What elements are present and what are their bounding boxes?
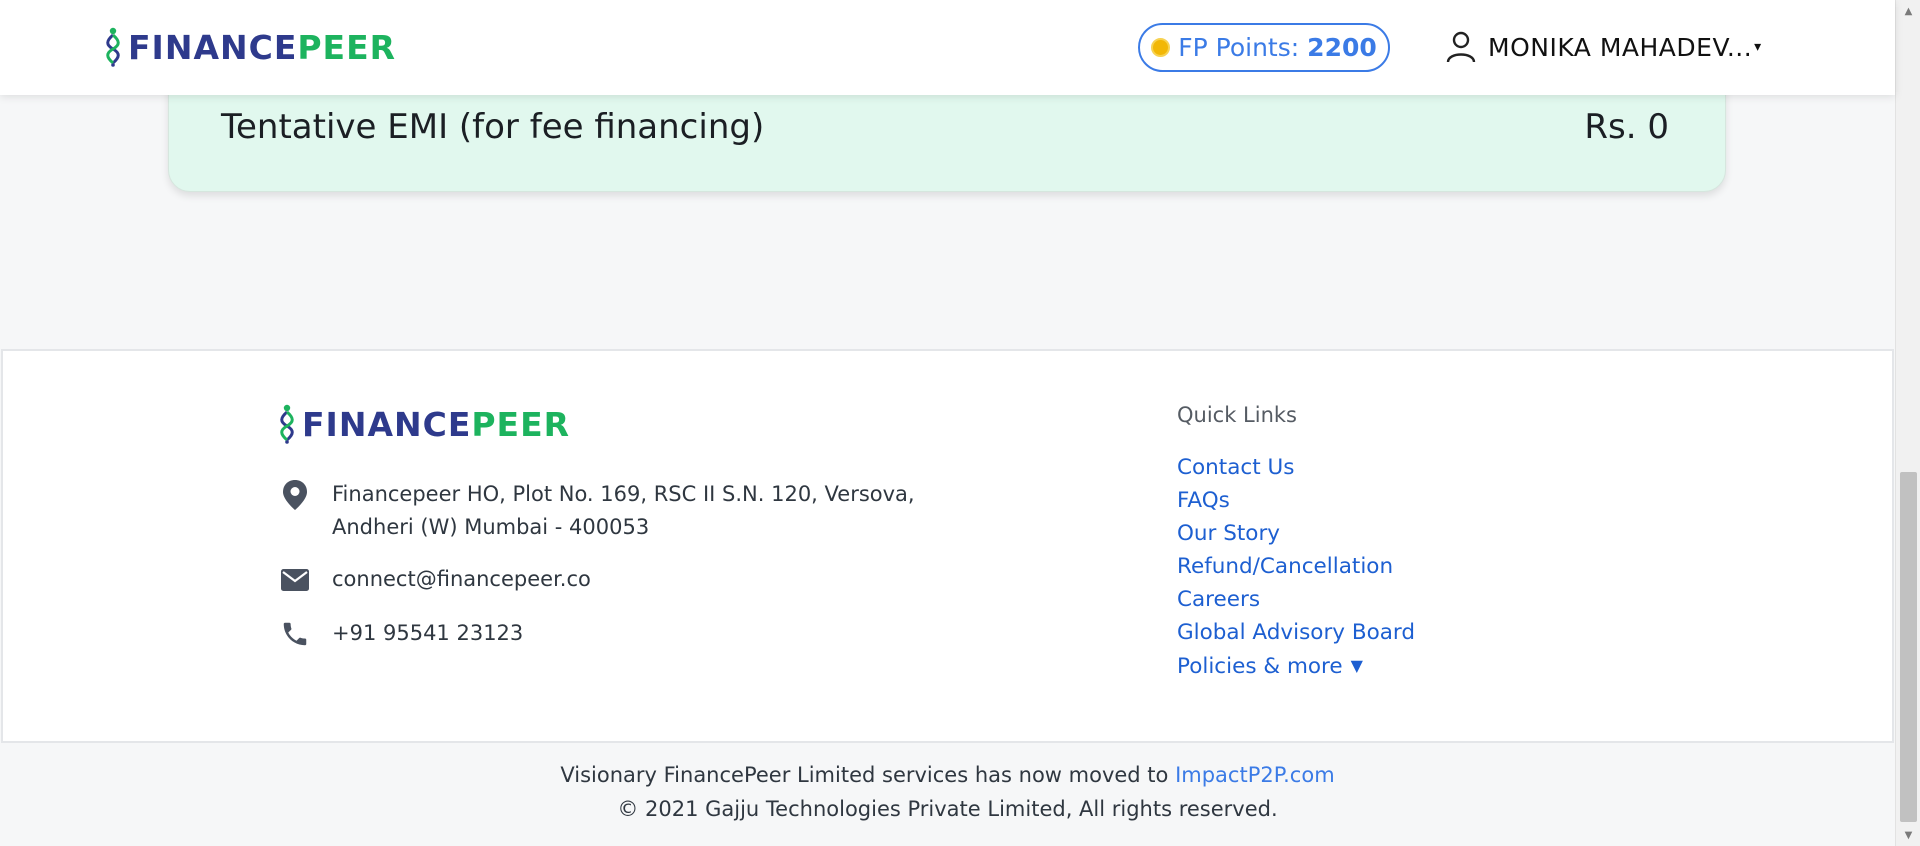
email-row: connect@financepeer.co [278,563,591,597]
phone-icon [278,617,312,651]
quick-link-item: Refund/Cancellation [1177,550,1415,583]
emi-label: Tentative EMI (for fee financing) [221,107,765,147]
quick-link-item: Careers [1177,583,1415,616]
quick-links-title: Quick Links [1177,403,1298,427]
logo-mark-icon [280,404,294,444]
points-value: 2200 [1307,33,1377,62]
address-line-2: Andheri (W) Mumbai - 400053 [332,515,650,539]
policies-more-label: Policies & more [1177,654,1343,679]
phone-text[interactable]: +91 95541 23123 [332,617,523,650]
footer-logo[interactable]: FINANCEPEER [278,404,570,444]
emi-value: Rs. 0 [1584,107,1669,147]
quick-link-item: Global Advisory Board [1177,616,1415,649]
coin-icon [1151,38,1171,57]
user-menu[interactable]: MONIKA MAHADEV... ▾ [1446,26,1762,68]
impactp2p-link[interactable]: ImpactP2P.com [1175,763,1335,787]
quick-link-item: FAQs [1177,484,1415,517]
our-story-link[interactable]: Our Story [1177,521,1280,546]
global-advisory-board-link[interactable]: Global Advisory Board [1177,620,1415,645]
user-name: MONIKA MAHADEV... [1488,32,1753,62]
contact-us-link[interactable]: Contact Us [1177,455,1294,480]
scroll-up-arrow-icon[interactable]: ▲ [1896,2,1920,20]
moved-notice: Visionary FinancePeer Limited services h… [0,763,1895,787]
user-icon [1446,31,1476,63]
scroll-down-arrow-icon[interactable]: ▼ [1896,826,1920,844]
scroll-thumb[interactable] [1900,472,1917,822]
page: FINANCEPEER FP Points: 2200 MONIKA MAHAD… [0,0,1920,846]
fp-points-badge[interactable]: FP Points: 2200 [1138,23,1390,72]
refund-cancellation-link[interactable]: Refund/Cancellation [1177,554,1393,579]
quick-link-item: Our Story [1177,517,1415,550]
email-text[interactable]: connect@financepeer.co [332,563,591,596]
address-line-1: Financepeer HO, Plot No. 169, RSC II S.N… [332,482,915,506]
quick-link-item: Policies & more ▼ [1177,649,1415,682]
caret-down-icon: ▼ [1350,656,1363,675]
logo-mark-icon [106,27,120,67]
moved-text: Visionary FinancePeer Limited services h… [560,763,1169,787]
chevron-down-icon: ▾ [1754,39,1762,55]
quick-link-item: Contact Us [1177,451,1415,484]
quick-links-list: Contact Us FAQs Our Story Refund/Cancell… [1177,451,1415,682]
copyright-text: © 2021 Gajju Technologies Private Limite… [617,797,1278,821]
logo-wordmark: FINANCEPEER [302,404,571,444]
logo-wordmark: FINANCEPEER [128,27,397,67]
vertical-scrollbar[interactable]: ▲ ▼ [1895,0,1920,846]
top-header: FINANCEPEER FP Points: 2200 MONIKA MAHAD… [0,0,1895,95]
careers-link[interactable]: Careers [1177,587,1260,612]
footer: FINANCEPEER Financepeer HO, Plot No. 169… [1,349,1894,743]
mail-icon [278,563,312,597]
financepeer-logo[interactable]: FINANCEPEER [104,27,396,67]
policies-more-link[interactable]: Policies & more ▼ [1177,654,1363,679]
phone-row: +91 95541 23123 [278,617,523,651]
points-label: FP Points: [1178,33,1300,62]
address-row: Financepeer HO, Plot No. 169, RSC II S.N… [278,478,915,544]
location-pin-icon [278,478,312,512]
faqs-link[interactable]: FAQs [1177,488,1230,513]
address-text: Financepeer HO, Plot No. 169, RSC II S.N… [332,478,915,544]
